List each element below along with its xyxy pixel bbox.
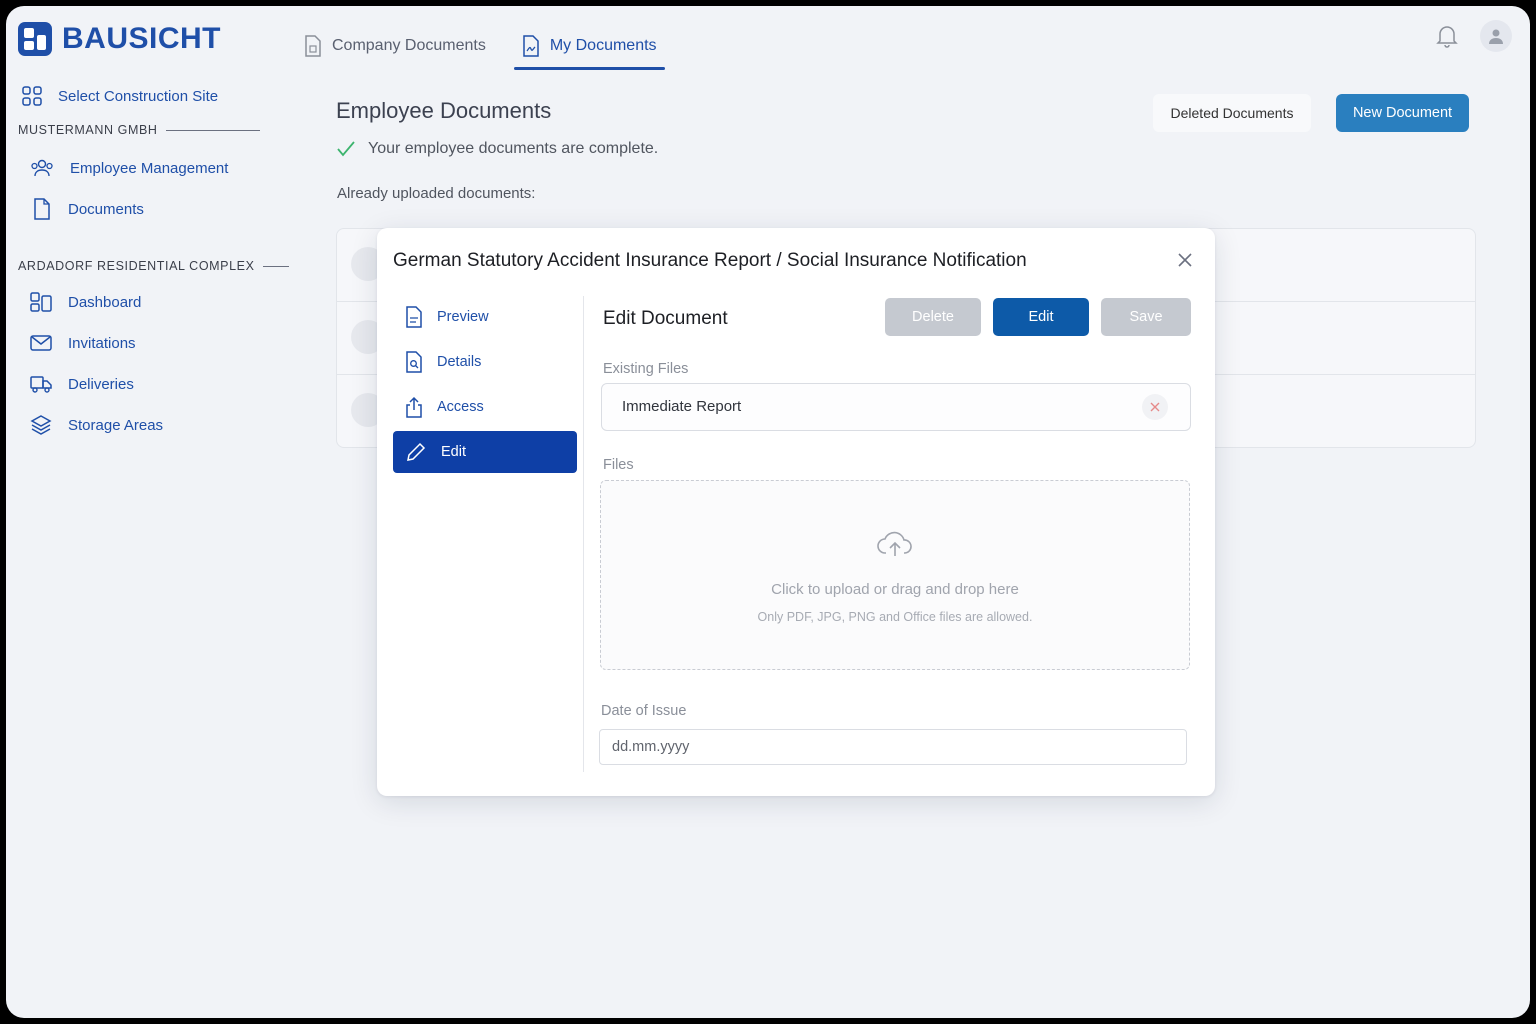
modal-divider bbox=[583, 296, 584, 772]
tab-my-documents[interactable]: My Documents bbox=[513, 24, 665, 70]
document-icon bbox=[34, 198, 50, 220]
uploaded-label: Already uploaded documents: bbox=[337, 185, 536, 202]
user-icon bbox=[1489, 29, 1503, 44]
modal-tab-access[interactable]: Access bbox=[393, 386, 577, 428]
edit-button[interactable]: Edit bbox=[993, 298, 1089, 336]
avatar[interactable] bbox=[1480, 20, 1512, 52]
completion-message: Your employee documents are complete. bbox=[368, 140, 659, 157]
upload-hint: Only PDF, JPG, PNG and Office files are … bbox=[757, 610, 1033, 624]
bell-icon[interactable] bbox=[1436, 24, 1458, 48]
section-divider bbox=[262, 265, 289, 267]
sidebar-item-employee-management[interactable]: Employee Management bbox=[30, 150, 296, 186]
file-icon bbox=[305, 35, 321, 57]
sidebar-item-label: Select Construction Site bbox=[58, 87, 219, 105]
envelope-icon bbox=[30, 335, 52, 351]
document-modal: German Statutory Accident Insurance Repo… bbox=[377, 228, 1215, 796]
date-of-issue-label: Date of Issue bbox=[601, 703, 687, 719]
truck-icon bbox=[30, 376, 52, 393]
sidebar-item-dashboard[interactable]: Dashboard bbox=[30, 284, 296, 320]
deleted-documents-button[interactable]: Deleted Documents bbox=[1153, 94, 1311, 132]
check-icon bbox=[337, 141, 355, 157]
completion-status: Your employee documents are complete. bbox=[336, 140, 658, 158]
modal-tab-label: Details bbox=[437, 354, 482, 370]
remove-file-button[interactable] bbox=[1142, 394, 1168, 420]
date-of-issue-input[interactable]: dd.mm.yyyy bbox=[599, 729, 1187, 765]
sidebar-item-select-site[interactable]: Select Construction Site bbox=[22, 78, 296, 114]
file-signature-icon bbox=[523, 35, 539, 57]
new-document-button[interactable]: New Document bbox=[1336, 94, 1469, 132]
bausicht-logo-icon bbox=[18, 22, 52, 56]
app-window: BAUSICHT Company Documents My Documents bbox=[6, 6, 1530, 1018]
existing-file-item: Immediate Report bbox=[601, 383, 1191, 431]
share-icon bbox=[406, 396, 422, 418]
section-divider bbox=[165, 129, 260, 131]
existing-file-name: Immediate Report bbox=[622, 398, 742, 415]
dashboard-icon bbox=[30, 292, 52, 312]
files-label: Files bbox=[603, 457, 634, 473]
file-dropzone[interactable]: Click to upload or drag and drop here On… bbox=[600, 480, 1190, 670]
document-search-icon bbox=[406, 351, 422, 373]
top-right-actions bbox=[1436, 20, 1512, 52]
sidebar-item-storage-areas[interactable]: Storage Areas bbox=[30, 407, 296, 443]
section-header-project: ARDADORF RESIDENTIAL COMPLEX bbox=[18, 256, 296, 276]
document-text-icon bbox=[406, 306, 422, 328]
tab-company-documents-label: Company Documents bbox=[332, 37, 486, 54]
close-icon[interactable] bbox=[1175, 250, 1195, 270]
tab-company-documents[interactable]: Company Documents bbox=[296, 24, 494, 68]
section-header-company: MUSTERMANN GMBH bbox=[18, 120, 296, 140]
edit-actions: Delete Edit Save bbox=[885, 298, 1191, 336]
sidebar: Select Construction Site MUSTERMANN GMBH… bbox=[6, 78, 296, 443]
modal-tab-label: Access bbox=[437, 399, 484, 415]
sidebar-item-label: Dashboard bbox=[68, 293, 142, 311]
layers-icon bbox=[30, 415, 52, 435]
existing-files-label: Existing Files bbox=[603, 361, 689, 377]
modal-tab-preview[interactable]: Preview bbox=[393, 296, 577, 338]
logo-text: BAUSICHT bbox=[62, 22, 221, 55]
sidebar-item-documents[interactable]: Documents bbox=[32, 191, 296, 227]
modal-tab-details[interactable]: Details bbox=[393, 341, 577, 383]
edit-heading: Edit Document bbox=[603, 308, 728, 329]
pencil-icon bbox=[407, 442, 426, 461]
modal-tab-edit[interactable]: Edit bbox=[393, 431, 577, 473]
top-navigation: Company Documents My Documents bbox=[296, 24, 685, 70]
logo[interactable]: BAUSICHT bbox=[18, 22, 221, 56]
grid-icon bbox=[22, 86, 42, 106]
sidebar-item-deliveries[interactable]: Deliveries bbox=[30, 366, 296, 402]
sidebar-item-invitations[interactable]: Invitations bbox=[30, 325, 296, 361]
save-button[interactable]: Save bbox=[1101, 298, 1191, 336]
modal-tab-label: Preview bbox=[437, 309, 489, 325]
modal-navigation: Preview Details Access Edit bbox=[393, 296, 577, 476]
modal-title: German Statutory Accident Insurance Repo… bbox=[393, 250, 1027, 271]
sidebar-item-label: Invitations bbox=[68, 334, 136, 352]
tab-my-documents-label: My Documents bbox=[549, 37, 657, 54]
sidebar-item-label: Employee Management bbox=[70, 159, 229, 177]
modal-tab-label: Edit bbox=[441, 444, 466, 460]
cloud-upload-icon bbox=[877, 531, 912, 556]
upload-instruction: Click to upload or drag and drop here bbox=[771, 581, 1019, 598]
sidebar-item-label: Deliveries bbox=[68, 375, 134, 393]
delete-button[interactable]: Delete bbox=[885, 298, 981, 336]
page-title: Employee Documents bbox=[336, 98, 552, 123]
sidebar-item-label: Storage Areas bbox=[68, 416, 164, 434]
sidebar-item-label: Documents bbox=[68, 200, 144, 218]
users-icon bbox=[31, 159, 53, 177]
close-icon bbox=[1150, 402, 1160, 412]
